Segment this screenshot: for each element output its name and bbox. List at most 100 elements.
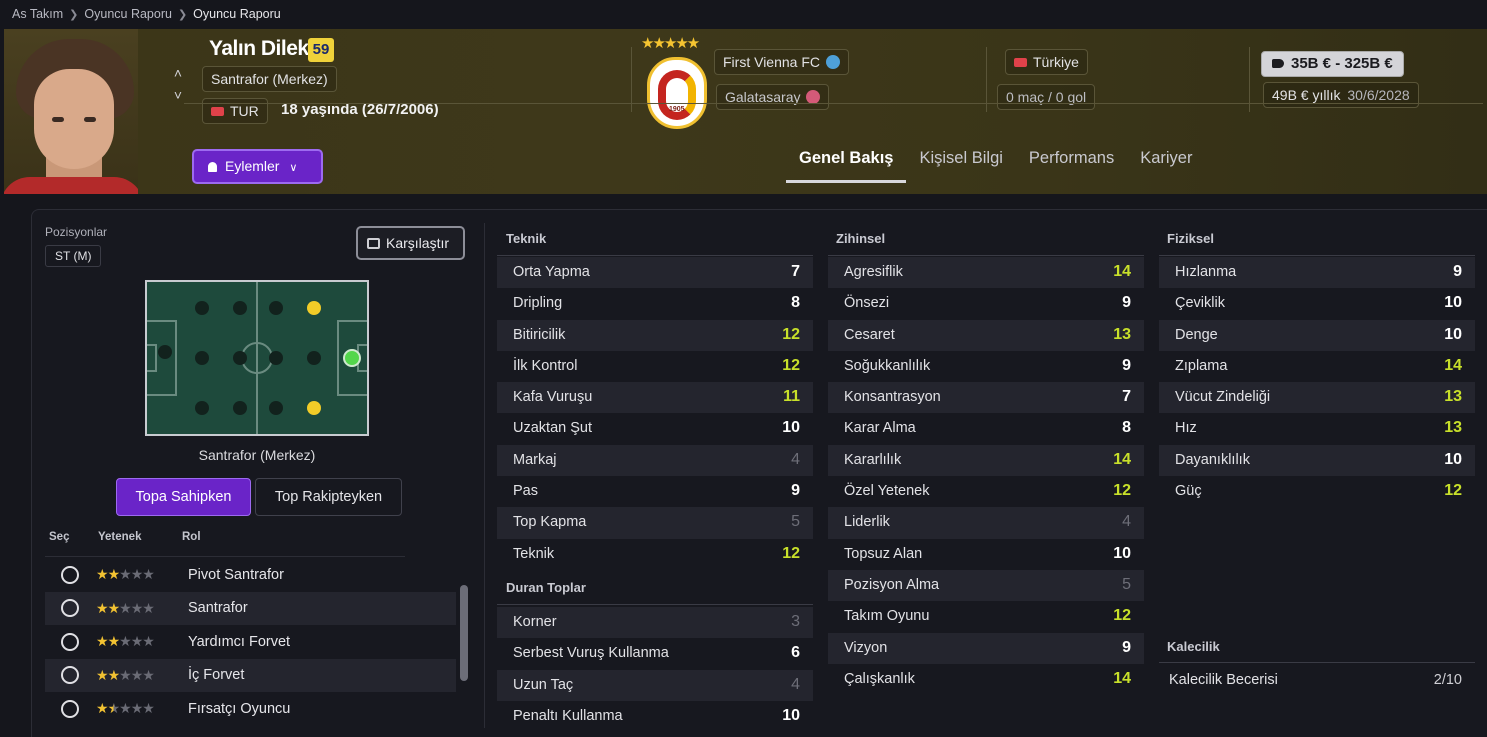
- attribute-row[interactable]: Teknik 12: [497, 539, 813, 570]
- attribute-value: 13: [1444, 388, 1462, 406]
- attribute-row[interactable]: Karar Alma 8: [828, 413, 1144, 444]
- national-team-chip[interactable]: Türkiye: [1005, 49, 1088, 75]
- role-radio[interactable]: [61, 565, 79, 584]
- chevron-down-icon: ∨: [289, 162, 298, 174]
- attribute-row[interactable]: Özel Yetenek 12: [828, 476, 1144, 507]
- role-radio[interactable]: [61, 632, 79, 651]
- attribute-row[interactable]: Orta Yapma 7: [497, 257, 813, 289]
- attribute-row[interactable]: Kalecilik Becerisi 2/10: [1159, 665, 1475, 696]
- role-row[interactable]: ★★★★★ Fırsatçı Oyuncu: [45, 692, 456, 726]
- compare-button[interactable]: Karşılaştır: [356, 226, 465, 260]
- value-range-chip[interactable]: 35B € - 325B €: [1261, 51, 1404, 77]
- tab-personal-info[interactable]: Kişisel Bilgi: [906, 139, 1015, 183]
- attribute-row[interactable]: Vizyon 9: [828, 632, 1144, 664]
- attribute-row[interactable]: Top Kapma 5: [497, 507, 813, 539]
- nationality-chip[interactable]: TUR: [202, 98, 268, 124]
- breadcrumb-item-team[interactable]: As Takım: [12, 7, 63, 21]
- attribute-name: Penaltı Kullanma: [513, 707, 623, 724]
- attribute-row[interactable]: Vücut Zindeliği 13: [1159, 382, 1475, 414]
- attribute-row[interactable]: Pozisyon Alma 5: [828, 569, 1144, 602]
- tab-career[interactable]: Kariyer: [1127, 139, 1205, 183]
- role-row[interactable]: ★★★★★ Santrafor: [45, 591, 456, 625]
- current-club-chip[interactable]: First Vienna FC: [714, 49, 849, 75]
- attribute-row[interactable]: Çeviklik 10: [1159, 288, 1475, 319]
- attribute-row[interactable]: Hız 13: [1159, 413, 1475, 444]
- attribute-row[interactable]: Uzun Taç 4: [497, 669, 813, 701]
- chevron-up-icon[interactable]: ˄: [170, 62, 186, 84]
- attribute-row[interactable]: Zıplama 14: [1159, 351, 1475, 382]
- attribute-value: 14: [1113, 669, 1131, 687]
- attribute-name: Uzaktan Şut: [513, 420, 592, 437]
- attribute-row[interactable]: Hızlanma 9: [1159, 257, 1475, 289]
- attribute-value: 12: [782, 356, 800, 374]
- flag-icon: [211, 106, 224, 116]
- attribute-name: Hızlanma: [1175, 264, 1237, 280]
- role-radio[interactable]: [61, 666, 79, 685]
- club-crest[interactable]: 1905: [647, 57, 707, 129]
- attribute-name: Pas: [513, 483, 538, 500]
- role-row[interactable]: ★★★★★ İç Forvet: [45, 658, 456, 692]
- player-header: ˄ ˅ Yalın Dilek 59 Santrafor (Merkez) TU…: [4, 29, 1487, 194]
- attribute-value: 5: [791, 513, 800, 531]
- attribute-value: 3: [791, 613, 800, 630]
- role-radio[interactable]: [61, 699, 79, 718]
- out-of-possession-toggle[interactable]: Top Rakipteyken: [255, 478, 402, 516]
- attributes-duran: Korner 3 Serbest Vuruş Kullanma 6 Uzun Taç 4 P…: [497, 607, 813, 732]
- attribute-name: Kalecilik Becerisi: [1169, 672, 1278, 688]
- attribute-name: Zıplama: [1175, 357, 1228, 374]
- attribute-name: Markaj: [513, 451, 557, 468]
- roles-scrollbar[interactable]: [460, 585, 468, 681]
- attribute-row[interactable]: Korner 3: [497, 607, 813, 639]
- role-radio[interactable]: [61, 599, 79, 618]
- attribute-row[interactable]: Agresiflik 14: [828, 257, 1144, 289]
- divider: [497, 255, 813, 256]
- attribute-row[interactable]: Soğukkanlılık 9: [828, 351, 1144, 382]
- attribute-value: 7: [791, 263, 800, 280]
- attribute-row[interactable]: Takım Oyunu 12: [828, 601, 1144, 632]
- tab-performance[interactable]: Performans: [1016, 139, 1127, 183]
- attribute-row[interactable]: Dayanıklılık 10: [1159, 444, 1475, 477]
- person-icon: [208, 162, 217, 173]
- compare-label: Karşılaştır: [386, 235, 450, 251]
- role-row[interactable]: ★★★★★ Pivot Santrafor: [45, 558, 456, 592]
- actions-button[interactable]: Eylemler ∨: [192, 149, 323, 184]
- attribute-row[interactable]: Önsezi 9: [828, 288, 1144, 319]
- attribute-value: 6: [791, 644, 800, 662]
- attribute-row[interactable]: Serbest Vuruş Kullanma 6: [497, 638, 813, 669]
- attribute-name: Liderlik: [844, 514, 890, 531]
- parent-club-chip[interactable]: Galatasaray: [716, 84, 830, 110]
- attribute-row[interactable]: Liderlik 4: [828, 507, 1144, 539]
- attribute-row[interactable]: Denge 10: [1159, 319, 1475, 351]
- attribute-row[interactable]: Cesaret 13: [828, 319, 1144, 351]
- tab-overview[interactable]: Genel Bakış: [786, 139, 907, 183]
- nationality-code: TUR: [230, 103, 259, 119]
- attribute-name: Dayanıklılık: [1175, 451, 1250, 468]
- breadcrumb-item-current: Oyuncu Raporu: [193, 7, 281, 21]
- role-row[interactable]: ★★★★★ Yardımcı Forvet: [45, 625, 456, 659]
- in-possession-toggle[interactable]: Topa Sahipken: [116, 478, 251, 516]
- attribute-row[interactable]: Bitiricilik 12: [497, 319, 813, 351]
- attribute-row[interactable]: Pas 9: [497, 476, 813, 507]
- attribute-row[interactable]: Konsantrasyon 7: [828, 382, 1144, 414]
- attribute-row[interactable]: Çalışkanlık 14: [828, 664, 1144, 695]
- attribute-value: 2/10: [1433, 672, 1462, 688]
- attribute-value: 12: [782, 544, 800, 562]
- attribute-row[interactable]: Kararlılık 14: [828, 444, 1144, 477]
- attribute-name: Kafa Vuruşu: [513, 389, 593, 406]
- attribute-name: Takım Oyunu: [844, 608, 930, 625]
- attribute-row[interactable]: Markaj 4: [497, 444, 813, 477]
- attribute-row[interactable]: Kafa Vuruşu 11: [497, 382, 813, 414]
- current-club-name: First Vienna FC: [723, 54, 820, 70]
- attribute-row[interactable]: Topsuz Alan 10: [828, 539, 1144, 570]
- breadcrumb: As Takım ❯ Oyuncu Raporu ❯ Oyuncu Raporu: [12, 5, 281, 23]
- breadcrumb-item-report[interactable]: Oyuncu Raporu: [84, 7, 172, 21]
- attribute-row[interactable]: İlk Kontrol 12: [497, 351, 813, 382]
- attribute-row[interactable]: Uzaktan Şut 10: [497, 413, 813, 444]
- attribute-row[interactable]: Penaltı Kullanma 10: [497, 701, 813, 732]
- attribute-row[interactable]: Güç 12: [1159, 476, 1475, 507]
- attribute-name: Denge: [1175, 326, 1218, 343]
- position-pitch: [145, 280, 369, 436]
- attribute-value: 9: [1122, 638, 1131, 656]
- attribute-row[interactable]: Dripling 8: [497, 288, 813, 319]
- attribute-name: İlk Kontrol: [513, 357, 578, 374]
